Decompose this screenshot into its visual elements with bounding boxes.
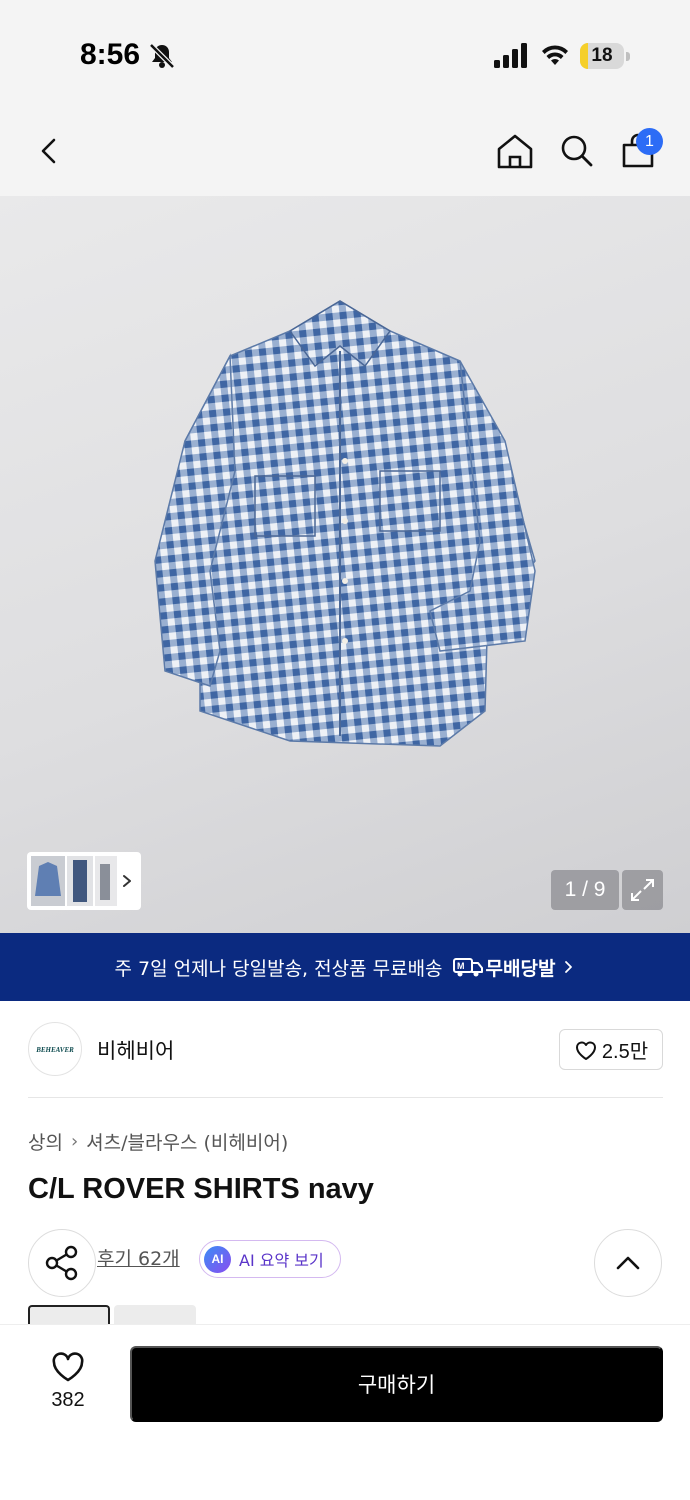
back-arrow-icon [41, 138, 56, 164]
breadcrumb-category[interactable]: 상의 [28, 1128, 63, 1155]
home-button[interactable] [492, 128, 538, 174]
ai-summary-button[interactable]: AI AI 요약 보기 [199, 1240, 341, 1278]
search-icon [561, 135, 593, 167]
shipping-banner[interactable]: 주 7일 언제나 당일발송, 전상품 무료배송 M 무배당발 [0, 933, 690, 1001]
brand-like-count: 2.5만 [601, 1041, 649, 1063]
product-photo [154, 300, 536, 747]
share-icon [45, 1245, 78, 1281]
breadcrumb-subcategory[interactable]: 셔츠/블라우스 (비헤비어) [86, 1128, 288, 1155]
status-bar: 8:56 18 [0, 0, 690, 110]
back-button[interactable] [25, 128, 71, 174]
search-button[interactable] [553, 128, 599, 174]
breadcrumb: 상의 › 셔츠/블라우스 (비헤비어) [28, 1128, 288, 1155]
heart-icon [52, 1352, 84, 1382]
wishlist-count: 382 [51, 1389, 85, 1411]
ai-summary-label: AI 요약 보기 [239, 1251, 324, 1270]
battery-level: 18 [591, 45, 613, 66]
divider [28, 1097, 663, 1098]
banner-badge: M 무배당발 [452, 954, 556, 981]
svg-text:M: M [457, 961, 465, 971]
brand-name[interactable]: 비헤비어 [97, 1035, 174, 1065]
scroll-to-top-button[interactable] [594, 1229, 662, 1297]
review-link[interactable]: 후기 62개 [97, 1244, 180, 1271]
wifi-icon [542, 45, 568, 65]
breadcrumb-separator-icon: › [70, 1131, 79, 1152]
chevron-right-icon [565, 961, 573, 973]
status-time: 8:56 [80, 38, 141, 71]
bell-slash-icon [149, 43, 175, 69]
expand-icon [631, 879, 654, 901]
thumbnail-front[interactable] [31, 856, 65, 906]
thumbnail-chevron-icon[interactable] [119, 866, 135, 896]
heart-icon [575, 1041, 596, 1060]
ai-badge-icon: AI [204, 1245, 231, 1273]
wishlist-button[interactable]: 382 [28, 1347, 108, 1427]
truck-icon: M [452, 958, 483, 977]
product-image-gallery[interactable]: 1 / 9 [0, 196, 690, 933]
expand-button[interactable] [622, 870, 663, 910]
thumbnail-back[interactable] [95, 856, 117, 906]
banner-brand: 무배당발 [485, 957, 556, 980]
buy-button[interactable]: 구매하기 [130, 1346, 663, 1422]
image-page-indicator: 1 / 9 [551, 870, 619, 910]
banner-text: 주 7일 언제나 당일발송, 전상품 무료배송 [114, 957, 443, 980]
bottom-purchase-bar: 382 구매하기 [0, 1324, 690, 1500]
product-page: 8:56 18 1 1 / 9 주 7일 언제나 당일발송, 전상품 무료배송 … [0, 0, 690, 1500]
cart-count-badge: 1 [636, 128, 663, 155]
cellular-signal-icon [494, 43, 527, 68]
battery-icon: 18 [580, 43, 630, 69]
thumbnail-strip[interactable] [27, 852, 141, 910]
brand-logo[interactable]: BEHEAVER [28, 1022, 82, 1076]
share-button[interactable] [28, 1229, 96, 1297]
home-icon [497, 134, 533, 169]
thumbnail-side[interactable] [67, 856, 93, 906]
product-title: C/L ROVER SHIRTS navy [28, 1173, 374, 1205]
chevron-up-icon [616, 1256, 640, 1270]
brand-like-button[interactable]: 2.5만 [559, 1029, 663, 1070]
top-nav-bar [0, 110, 690, 196]
